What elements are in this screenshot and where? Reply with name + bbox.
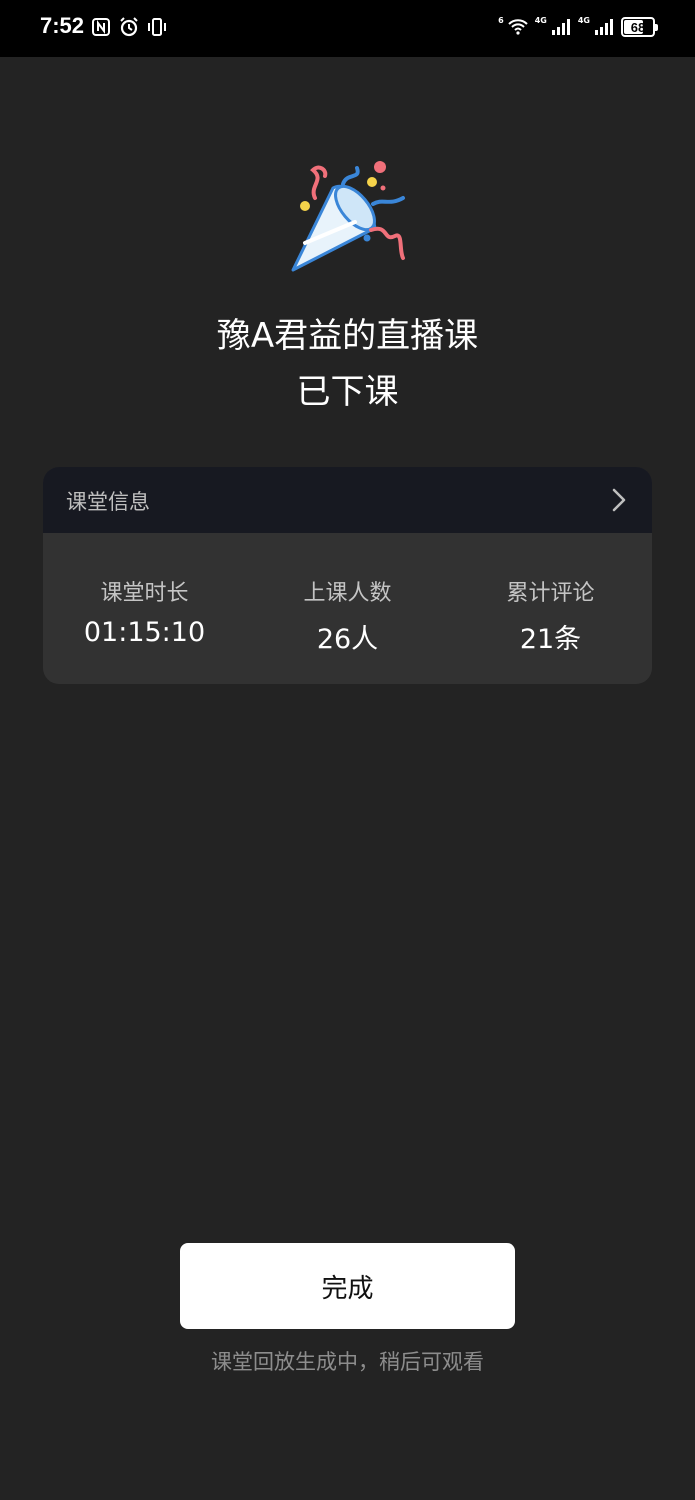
wifi-label: 6 <box>498 16 504 25</box>
stat-value: 26人 <box>316 624 379 655</box>
chevron-right-icon <box>612 488 626 512</box>
status-icons-left <box>90 16 168 38</box>
done-button[interactable]: 完成 <box>180 1243 515 1329</box>
battery-level: 68 <box>630 19 646 35</box>
vibrate-icon <box>148 18 166 36</box>
status-bar: 7:52 6 4G 4G 68 <box>0 0 695 57</box>
class-ended-label: 已下课 <box>296 372 399 412</box>
battery-icon: 68 <box>621 17 658 37</box>
course-title: 豫A君益的直播课 <box>216 316 479 356</box>
stat-attendees: 上课人数 26人 <box>246 533 449 684</box>
signal-2-icon <box>595 19 613 35</box>
class-stats: 课堂时长 01:15:10 上课人数 26人 累计评论 21条 <box>43 533 652 684</box>
class-info-header[interactable]: 课堂信息 <box>43 467 652 533</box>
stat-value: 01:15:10 <box>83 617 206 648</box>
stat-duration: 课堂时长 01:15:10 <box>43 533 246 684</box>
class-info-label: 课堂信息 <box>66 490 150 514</box>
signal-1-icon <box>551 19 570 35</box>
status-icons-right: 6 4G 4G 68 <box>498 16 658 38</box>
stat-label: 上课人数 <box>303 581 392 606</box>
signal-2-label: 4G <box>577 16 590 25</box>
stat-label: 课堂时长 <box>100 581 189 606</box>
status-time: 7:52 <box>40 13 85 38</box>
signal-1-label: 4G <box>534 16 547 25</box>
battery-tip <box>655 24 658 31</box>
stat-value: 21条 <box>519 624 582 655</box>
stat-label: 累计评论 <box>506 581 595 606</box>
nfc-icon <box>92 18 110 36</box>
stat-comments: 累计评论 21条 <box>449 533 652 684</box>
wifi-icon <box>508 19 528 35</box>
replay-note: 课堂回放生成中，稍后可观看 <box>211 1350 484 1374</box>
party-popper-icon <box>291 161 405 272</box>
alarm-icon <box>120 17 138 37</box>
class-info-card: 课堂信息 课堂时长 01:15:10 上课人数 26人 累计评论 21条 <box>43 467 652 684</box>
